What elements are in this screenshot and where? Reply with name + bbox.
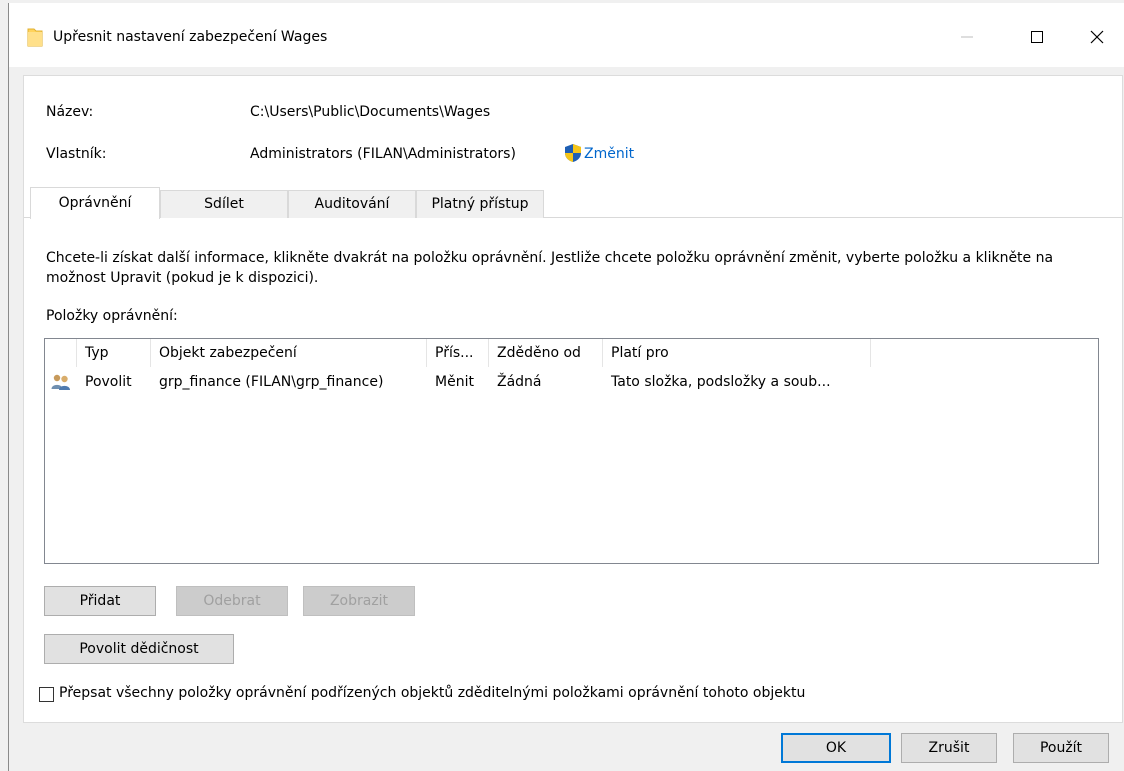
permission-entries-label: Položky oprávnění: bbox=[46, 308, 178, 324]
view-button[interactable]: Zobrazit bbox=[303, 586, 415, 616]
name-label: Název: bbox=[46, 104, 94, 120]
main-panel: Název: C:\Users\Public\Documents\Wages V… bbox=[23, 75, 1123, 723]
tab-auditing[interactable]: Auditování bbox=[288, 190, 416, 218]
minimize-icon bbox=[961, 36, 973, 38]
remove-button[interactable]: Odebrat bbox=[176, 586, 288, 616]
window-title: Upřesnit nastavení zabezpečení Wages bbox=[53, 29, 328, 45]
uac-shield-icon bbox=[565, 144, 581, 162]
name-value: C:\Users\Public\Documents\Wages bbox=[250, 104, 491, 120]
title-bar[interactable]: Upřesnit nastavení zabezpečení Wages bbox=[9, 3, 1124, 67]
list-header: Typ Objekt zabezpečení Přís... Zděděno o… bbox=[45, 339, 1098, 367]
tab-permissions[interactable]: Oprávnění bbox=[30, 187, 160, 219]
tab-share[interactable]: Sdílet bbox=[160, 190, 288, 218]
column-header-access[interactable]: Přís... bbox=[427, 339, 489, 367]
column-header-inherited-from[interactable]: Zděděno od bbox=[489, 339, 603, 367]
owner-label: Vlastník: bbox=[46, 146, 107, 162]
table-row[interactable]: Povolit grp_finance (FILAN\grp_finance) … bbox=[45, 369, 1098, 395]
close-button[interactable] bbox=[1077, 23, 1117, 51]
close-icon bbox=[1090, 30, 1104, 44]
add-button[interactable]: Přidat bbox=[44, 586, 156, 616]
replace-child-permissions-label[interactable]: Přepsat všechny položky oprávnění podříz… bbox=[59, 685, 805, 701]
apply-button[interactable]: Použít bbox=[1013, 733, 1109, 763]
permissions-info-text: Chcete-li získat další informace, klikně… bbox=[46, 250, 1054, 286]
entry-access: Měnit bbox=[435, 374, 474, 390]
column-header-applies-to[interactable]: Platí pro bbox=[603, 339, 871, 367]
replace-child-permissions-checkbox[interactable] bbox=[39, 687, 54, 702]
maximize-icon bbox=[1031, 31, 1043, 43]
advanced-security-dialog: Upřesnit nastavení zabezpečení Wages Náz… bbox=[8, 3, 1124, 771]
users-icon bbox=[51, 374, 70, 390]
owner-value: Administrators (FILAN\Administrators) bbox=[250, 146, 516, 162]
enable-inheritance-button[interactable]: Povolit dědičnost bbox=[44, 634, 234, 664]
column-header-type[interactable]: Typ bbox=[77, 339, 151, 367]
cancel-button[interactable]: Zrušit bbox=[901, 733, 997, 763]
tab-effective-access[interactable]: Platný přístup bbox=[416, 190, 544, 218]
entry-type: Povolit bbox=[85, 374, 132, 390]
change-owner-link[interactable]: Změnit bbox=[584, 146, 634, 162]
entry-inherited-from: Žádná bbox=[497, 374, 542, 390]
column-header-icon[interactable] bbox=[45, 339, 77, 367]
entry-principal: grp_finance (FILAN\grp_finance) bbox=[159, 374, 384, 390]
entry-applies-to: Tato složka, podsložky a soub... bbox=[611, 374, 831, 390]
maximize-button[interactable] bbox=[1017, 23, 1057, 51]
minimize-button[interactable] bbox=[947, 23, 987, 51]
column-header-principal[interactable]: Objekt zabezpečení bbox=[151, 339, 427, 367]
permission-entries-list[interactable]: Typ Objekt zabezpečení Přís... Zděděno o… bbox=[44, 338, 1099, 564]
folder-icon bbox=[27, 28, 43, 47]
ok-button[interactable]: OK bbox=[781, 733, 891, 763]
